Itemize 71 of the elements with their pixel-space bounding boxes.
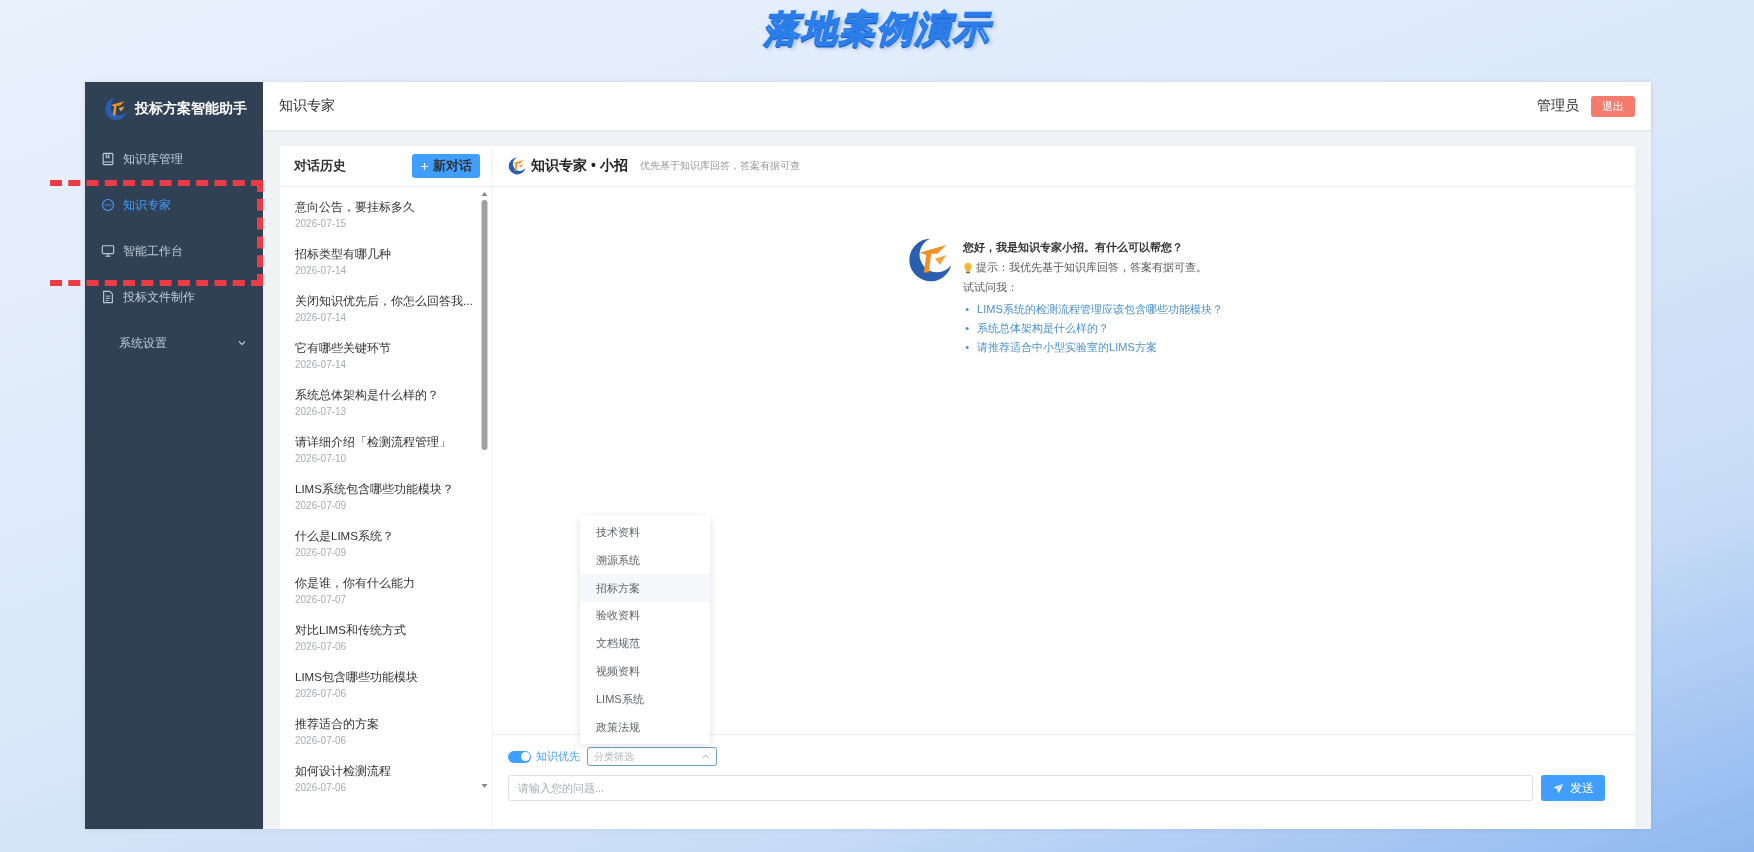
history-date: 2026-07-14 — [295, 265, 348, 276]
document-icon — [101, 290, 115, 304]
suggested-question[interactable]: 请推荐适合中小型实验室的LIMS方案 — [977, 340, 1157, 354]
dropdown-option[interactable]: 验收资料 — [580, 602, 710, 630]
history-title[interactable]: 推荐适合的方案 — [295, 717, 472, 732]
history-date: 2026-07-06 — [295, 688, 348, 699]
dropdown-option[interactable]: 招标方案 — [580, 574, 710, 602]
chat-bubble-icon — [101, 198, 115, 212]
history-title[interactable]: 对比LIMS和传统方式 — [295, 623, 472, 638]
history-date: 2026-07-06 — [295, 735, 348, 746]
history-title[interactable]: 你是谁，你有什么能力 — [295, 576, 472, 591]
chat-subtitle: 优先基于知识库回答，答案有据可查 — [639, 159, 800, 173]
dropdown-option[interactable]: LIMS系统 — [580, 685, 710, 714]
assistant-logo-icon — [507, 156, 527, 176]
chevron-icon — [237, 338, 247, 348]
history-date: 2026-07-10 — [295, 453, 348, 464]
history-title[interactable]: 请详细介绍「检测流程管理」 — [295, 435, 472, 450]
lightbulb-icon — [963, 261, 974, 274]
caret-icon — [701, 752, 710, 761]
history-date: 2026-07-13 — [295, 406, 348, 417]
page-title: 知识专家 — [279, 97, 336, 115]
history-title[interactable]: 它有哪些关键环节 — [295, 341, 472, 356]
suggested-question[interactable]: LIMS系统的检测流程管理应该包含哪些功能模块？ — [977, 302, 1223, 316]
dropdown-option[interactable]: 技术资料 — [580, 518, 710, 547]
dropdown-option[interactable]: 视频资料 — [580, 657, 710, 686]
sidebar-item[interactable]: 智能工作台 — [85, 228, 263, 274]
book-icon — [101, 152, 115, 166]
logo-icon — [103, 96, 129, 122]
history-date: 2026-07-06 — [295, 641, 348, 652]
history-title[interactable]: 招标类型有哪几种 — [295, 247, 472, 262]
sidebar-item[interactable]: 投标文件制作 — [85, 274, 263, 320]
history-date: 2026-07-07 — [295, 594, 348, 605]
banner-title: 落地案例演示 — [763, 6, 991, 51]
greeting-text: 您好，我是知识专家小招。有什么可以帮您？ — [963, 240, 1185, 255]
suggested-question[interactable]: 系统总体架构是什么样的？ — [977, 321, 1110, 335]
app-name: 投标方案智能助手 — [135, 100, 247, 118]
sidebar-item[interactable]: 知识库管理 — [85, 136, 263, 182]
toggle-switch[interactable] — [508, 750, 531, 763]
history-date: 2026-07-14 — [295, 312, 348, 323]
history-date: 2026-07-09 — [295, 500, 348, 511]
bullet: • — [965, 340, 970, 354]
try-label: 试试问我： — [963, 280, 1020, 295]
paper-plane-icon — [1552, 782, 1564, 794]
tip-text: 提示：我优先基于知识库回答，答案有据可查。 — [976, 260, 1208, 275]
dropdown-option[interactable]: 文档规范 — [580, 629, 710, 658]
bullet: • — [965, 321, 970, 335]
history-title[interactable]: 什么是LIMS系统？ — [295, 529, 472, 544]
history-date: 2026-07-15 — [295, 218, 348, 229]
question-input[interactable]: 请输入您的问题... — [508, 775, 1533, 801]
history-date: 2026-07-06 — [295, 782, 348, 793]
history-title[interactable]: LIMS包含哪些功能模块 — [295, 670, 472, 685]
history-title[interactable]: 系统总体架构是什么样的？ — [295, 388, 472, 403]
dropdown-option[interactable]: 政策法规 — [580, 713, 710, 741]
user-name: 管理员 — [1537, 97, 1579, 115]
toggle-label: 知识优先 — [536, 749, 580, 764]
monitor-icon — [101, 244, 115, 258]
bullet: • — [965, 302, 970, 316]
new-chat-button[interactable]: 新对话 — [412, 154, 480, 178]
history-title[interactable]: 意向公告，要挂标多久 — [295, 200, 472, 215]
history-title[interactable]: LIMS系统包含哪些功能模块？ — [295, 482, 472, 497]
history-title[interactable]: 关闭知识优先后，你怎么回答我... — [295, 294, 472, 309]
dropdown-option[interactable]: 溯源系统 — [580, 546, 710, 575]
chat-title: 知识专家 • 小招 — [531, 157, 628, 175]
scrollbar[interactable] — [480, 190, 489, 790]
history-title[interactable]: 如何设计检测流程 — [295, 764, 472, 779]
plus-icon — [420, 161, 429, 171]
sidebar-item[interactable]: 系统设置 — [85, 320, 263, 366]
panel-title: 对话历史 — [294, 157, 346, 175]
sidebar-item[interactable]: 知识专家 — [85, 182, 263, 228]
history-date: 2026-07-14 — [295, 359, 348, 370]
history-date: 2026-07-09 — [295, 547, 348, 558]
